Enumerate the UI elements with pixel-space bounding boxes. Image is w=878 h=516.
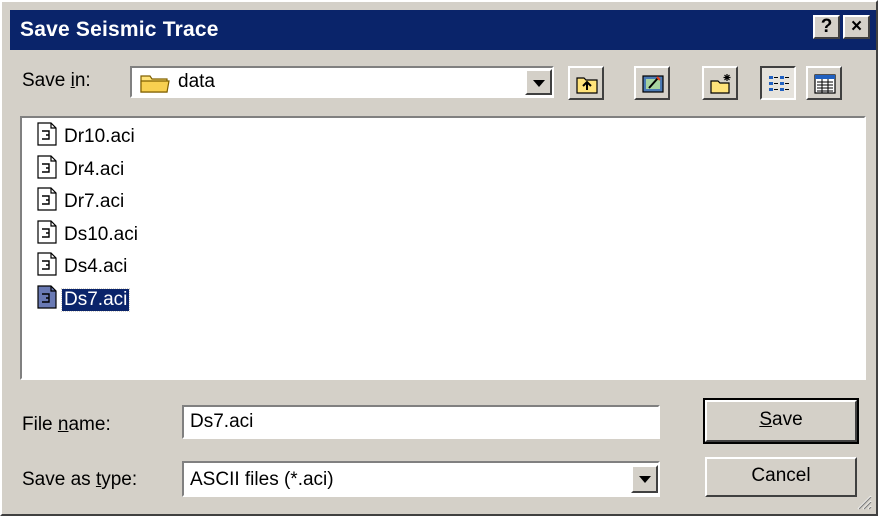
help-icon: ? bbox=[820, 16, 833, 37]
save-button[interactable]: Save bbox=[703, 398, 859, 444]
file-list[interactable]: Dr10.aci Dr4.aci Dr7.aci Ds10.aci Ds4.aci Ds7… bbox=[20, 116, 866, 380]
text-file-icon bbox=[36, 187, 58, 217]
cancel-button-label: Cancel bbox=[751, 465, 811, 486]
title-bar[interactable]: Save Seismic Trace ? × bbox=[10, 10, 876, 50]
file-item[interactable]: Dr4.aci bbox=[36, 154, 126, 185]
file-name-field[interactable]: Ds7.aci bbox=[182, 405, 660, 439]
text-file-icon bbox=[36, 284, 58, 315]
chevron-down-icon bbox=[533, 80, 545, 87]
file-name: Dr4.aci bbox=[64, 158, 125, 180]
save-in-combo[interactable]: data bbox=[130, 66, 554, 98]
save-as-type-label: Save as type: bbox=[22, 469, 138, 490]
file-item[interactable]: Ds10.aci bbox=[36, 219, 140, 250]
save-in-value: data bbox=[178, 71, 215, 92]
create-new-folder-button[interactable] bbox=[702, 66, 738, 100]
save-button-label: ave bbox=[772, 409, 803, 430]
file-name: Ds10.aci bbox=[64, 223, 138, 245]
folder-icon bbox=[140, 72, 170, 100]
file-item[interactable]: Dr7.aci bbox=[36, 187, 126, 217]
save-button-accel: S bbox=[759, 409, 773, 430]
file-item[interactable]: Ds4.aci bbox=[36, 252, 129, 282]
save-in-label: Save in: bbox=[22, 70, 91, 91]
save-as-type-dropdown-button[interactable] bbox=[631, 465, 658, 493]
save-dialog: Save Seismic Trace ? × Save in: data Dr1… bbox=[0, 0, 878, 516]
file-name: Ds4.aci bbox=[64, 256, 128, 277]
save-in-dropdown-button[interactable] bbox=[525, 69, 552, 95]
file-name-label: File name: bbox=[22, 414, 111, 435]
file-name: Ds7.aci bbox=[60, 287, 131, 312]
file-item[interactable]: Dr10.aci bbox=[36, 122, 137, 152]
file-name: Dr10.aci bbox=[64, 126, 135, 147]
file-item[interactable]: Ds7.aci bbox=[36, 284, 131, 315]
text-file-icon bbox=[36, 122, 58, 152]
file-name: Dr7.aci bbox=[64, 191, 125, 212]
file-name-value: Ds7.aci bbox=[190, 411, 254, 432]
list-view-button[interactable] bbox=[760, 66, 796, 100]
text-file-icon bbox=[36, 252, 58, 282]
save-as-type-value: ASCII files (*.aci) bbox=[190, 469, 334, 490]
details-view-button[interactable] bbox=[806, 66, 842, 100]
save-as-type-combo[interactable]: ASCII files (*.aci) bbox=[182, 461, 660, 497]
chevron-down-icon bbox=[639, 476, 651, 483]
text-file-icon bbox=[36, 154, 58, 185]
window-title: Save Seismic Trace bbox=[20, 18, 219, 41]
close-button[interactable]: × bbox=[843, 15, 870, 39]
close-icon: × bbox=[850, 16, 863, 37]
up-one-level-button[interactable] bbox=[568, 66, 604, 100]
desktop-button[interactable] bbox=[634, 66, 670, 100]
resize-grip-icon[interactable] bbox=[854, 492, 872, 510]
cancel-button[interactable]: Cancel bbox=[705, 457, 857, 497]
help-button[interactable]: ? bbox=[813, 15, 840, 39]
text-file-icon bbox=[36, 219, 58, 250]
